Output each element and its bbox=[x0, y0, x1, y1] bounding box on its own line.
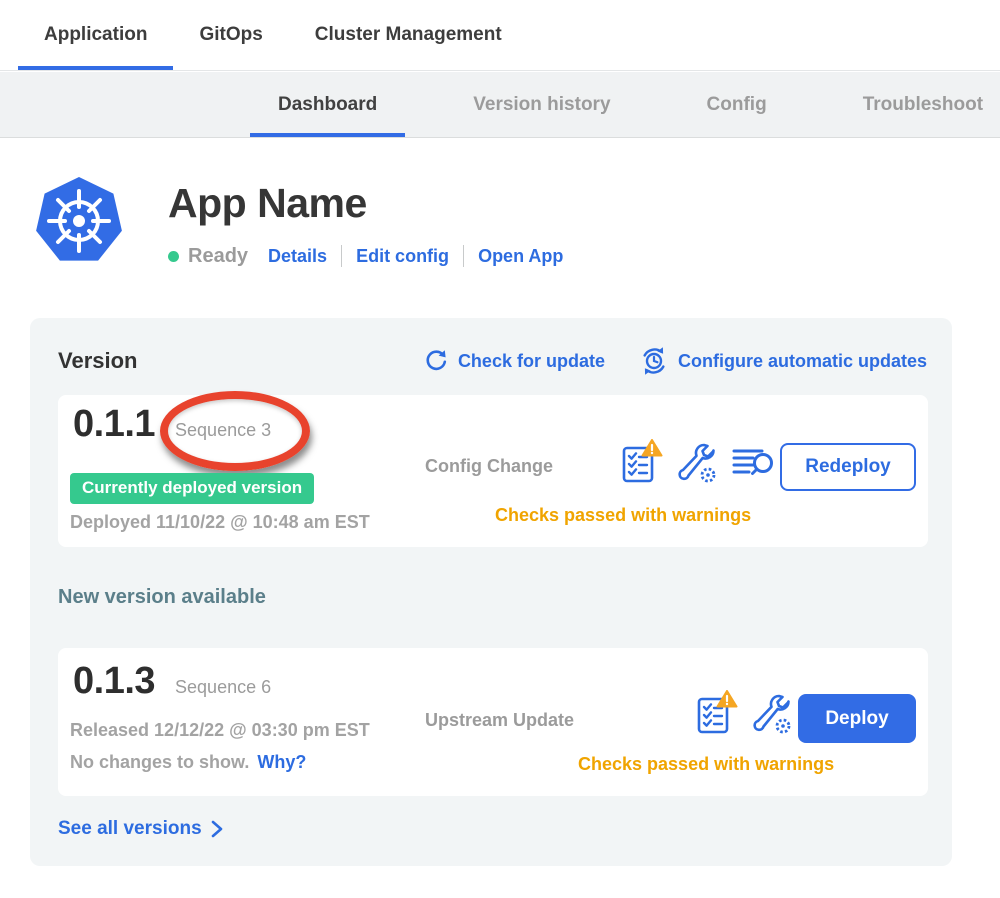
checks-warning-text: Checks passed with warnings bbox=[495, 505, 751, 526]
app-tab-bar: Dashboard Version history Config Trouble… bbox=[0, 72, 1000, 138]
checks-warning-text: Checks passed with warnings bbox=[578, 754, 834, 775]
change-type-label: Config Change bbox=[425, 456, 553, 477]
tab-config[interactable]: Config bbox=[679, 72, 795, 137]
check-for-update-label: Check for update bbox=[458, 351, 605, 372]
ready-status-label: Ready bbox=[188, 245, 248, 268]
preflight-icon-row bbox=[696, 690, 792, 736]
available-version-number: 0.1.3 bbox=[73, 660, 155, 703]
app-status-row: Ready Details Edit config Open App bbox=[168, 242, 563, 270]
currently-deployed-badge: Currently deployed version bbox=[70, 473, 314, 504]
link-divider bbox=[341, 245, 342, 267]
current-version-sequence: Sequence 3 bbox=[175, 420, 271, 441]
checklist-warning-icon[interactable] bbox=[621, 439, 663, 485]
version-panel: Version Check for update Configur bbox=[30, 318, 952, 866]
current-version-number: 0.1.1 bbox=[73, 403, 155, 446]
deployed-timestamp: Deployed 11/10/22 @ 10:48 am EST bbox=[70, 512, 370, 533]
clock-refresh-icon bbox=[639, 346, 669, 376]
why-link[interactable]: Why? bbox=[257, 752, 306, 773]
checklist-warning-icon[interactable] bbox=[696, 690, 738, 736]
nav-item-application[interactable]: Application bbox=[18, 0, 173, 70]
kubernetes-logo-icon bbox=[35, 177, 123, 265]
open-app-link[interactable]: Open App bbox=[478, 246, 563, 267]
current-version-row: 0.1.1 Sequence 3 bbox=[73, 403, 271, 446]
no-changes-row: No changes to show. Why? bbox=[70, 752, 306, 773]
redeploy-button[interactable]: Redeploy bbox=[780, 443, 916, 491]
available-version-sequence: Sequence 6 bbox=[175, 677, 271, 698]
ready-status-dot-icon bbox=[168, 251, 179, 262]
version-panel-title: Version bbox=[58, 348, 137, 374]
chevron-right-icon bbox=[210, 819, 224, 839]
wrench-gear-icon[interactable] bbox=[752, 691, 792, 735]
see-all-versions-link[interactable]: See all versions bbox=[58, 818, 224, 840]
change-type-label: Upstream Update bbox=[425, 710, 574, 731]
wrench-gear-icon[interactable] bbox=[677, 440, 717, 484]
configure-automatic-updates-link[interactable]: Configure automatic updates bbox=[639, 346, 927, 376]
configure-automatic-updates-label: Configure automatic updates bbox=[678, 351, 927, 372]
current-version-card: 0.1.1 Sequence 3 Currently deployed vers… bbox=[58, 395, 928, 547]
available-version-card: 0.1.3 Sequence 6 Released 12/12/22 @ 03:… bbox=[58, 648, 928, 796]
top-navigation: Application GitOps Cluster Management bbox=[0, 0, 1000, 71]
tab-dashboard[interactable]: Dashboard bbox=[250, 72, 405, 137]
no-changes-text: No changes to show. bbox=[70, 752, 249, 773]
tab-troubleshoot[interactable]: Troubleshoot bbox=[835, 72, 1000, 137]
app-dashboard-page: Application GitOps Cluster Management Da… bbox=[0, 0, 1000, 898]
refresh-icon bbox=[423, 348, 449, 374]
version-panel-actions: Check for update Configure automatic upd… bbox=[423, 346, 927, 376]
link-divider bbox=[463, 245, 464, 267]
page-title: App Name bbox=[168, 180, 367, 227]
available-version-row: 0.1.3 Sequence 6 bbox=[73, 660, 271, 703]
details-link[interactable]: Details bbox=[268, 246, 327, 267]
nav-item-cluster-management[interactable]: Cluster Management bbox=[289, 0, 528, 70]
new-version-available-heading: New version available bbox=[58, 586, 266, 609]
see-all-versions-label: See all versions bbox=[58, 818, 202, 840]
log-search-icon[interactable] bbox=[731, 443, 775, 481]
check-for-update-link[interactable]: Check for update bbox=[423, 346, 605, 376]
released-timestamp: Released 12/12/22 @ 03:30 pm EST bbox=[70, 720, 370, 741]
deploy-button[interactable]: Deploy bbox=[798, 694, 916, 743]
nav-item-gitops[interactable]: GitOps bbox=[173, 0, 288, 70]
tab-version-history[interactable]: Version history bbox=[445, 72, 638, 137]
preflight-icon-row bbox=[621, 439, 775, 485]
edit-config-link[interactable]: Edit config bbox=[356, 246, 449, 267]
